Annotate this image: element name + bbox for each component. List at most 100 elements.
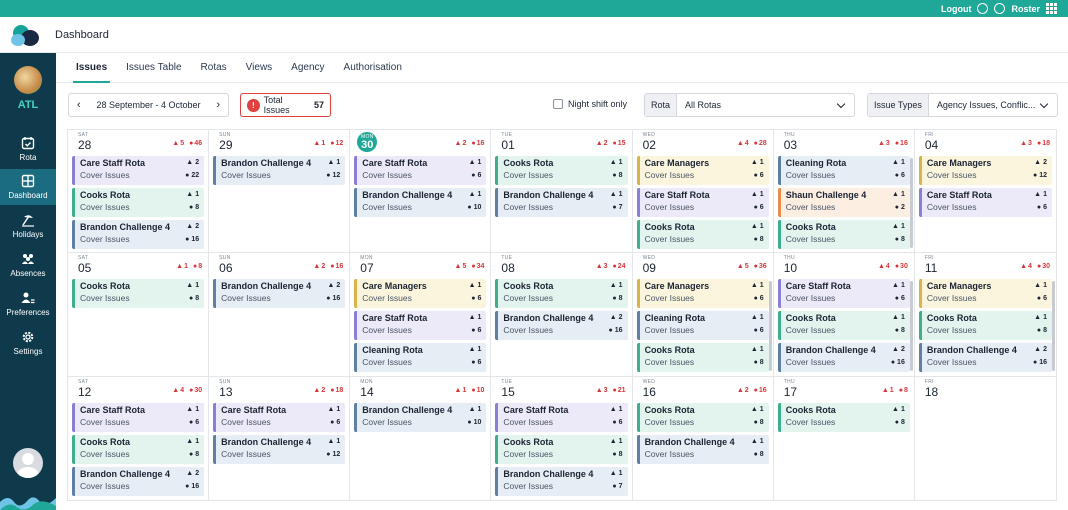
rota-issue-card[interactable]: Brandon Challenge 4Cover Issues 1 8	[636, 434, 769, 464]
calendar-day[interactable]: THU03316Cleaning RotaCover Issues16Shaun…	[773, 130, 915, 254]
chevron-down-icon[interactable]	[1039, 99, 1049, 108]
sidebar-item-preferences[interactable]: Preferences	[0, 286, 56, 322]
issue-types-select[interactable]: Issue Types Agency Issues, Conflic...	[867, 93, 1058, 117]
rota-issue-card[interactable]: Care Staff RotaCover Issues16	[354, 311, 487, 341]
rota-issue-card[interactable]: Brandon Challenge 4Cover Issues216	[777, 343, 910, 373]
rota-issue-card[interactable]: Brandon Challenge 4Cover Issues110	[354, 188, 487, 217]
calendar-day[interactable]: FRI 18	[915, 377, 1056, 500]
rota-issue-card[interactable]: Care ManagersCover Issues16	[354, 279, 487, 309]
logout-link[interactable]: Logout	[941, 4, 972, 14]
rota-issue-card[interactable]: Cooks RotaCover Issues18	[918, 311, 1052, 341]
rota-select[interactable]: Rota All Rotas	[644, 93, 855, 117]
rota-issue-card[interactable]: Cooks RotaCover Issues18	[495, 156, 628, 185]
tab-issues[interactable]: Issues	[72, 53, 111, 83]
rota-issue-card[interactable]: Cooks RotaCover Issues18	[72, 434, 205, 464]
rota-issue-card[interactable]: Care Staff RotaCover Issues16	[213, 402, 346, 432]
calendar-day[interactable]: WED09536Care ManagersCover Issues16Clean…	[632, 253, 774, 377]
calendar-day[interactable]: THU10430Care Staff RotaCover Issues16Coo…	[773, 253, 915, 377]
rota-issue-card[interactable]: Cooks RotaCover Issues18	[495, 279, 628, 309]
day-scrollbar[interactable]	[1051, 281, 1055, 372]
rota-issue-card[interactable]: Cooks RotaCover Issues18	[777, 220, 910, 249]
day-scrollbar[interactable]	[909, 281, 913, 372]
rota-issue-card[interactable]: Cooks RotaCover Issues18	[777, 311, 910, 341]
calendar-day[interactable]: SAT28546Care Staff RotaCover Issues222Co…	[68, 130, 210, 254]
rota-issue-card[interactable]: Brandon Challenge 4Cover Issues112	[213, 434, 346, 464]
date-range-label[interactable]: 28 September - 4 October	[96, 100, 200, 110]
rota-issue-card[interactable]: Brandon Challenge 4Cover Issues216	[918, 343, 1052, 373]
sidebar-item-absences[interactable]: Absences	[0, 247, 56, 283]
calendar-day[interactable]: TUE15321Care Staff RotaCover Issues16Coo…	[491, 376, 633, 500]
rota-issue-card[interactable]: Shaun Challenge 4 Cover Issues 1 2	[777, 188, 910, 217]
rota-issue-card[interactable]: Cooks RotaCover Issues18	[777, 402, 910, 432]
previous-week-button[interactable]: ‹	[77, 99, 81, 111]
rota-issue-card[interactable]: Brandon Challenge 4Cover Issues17	[495, 466, 628, 496]
rota-issue-card[interactable]: Cooks RotaCover Issues18	[72, 188, 205, 217]
calendar-day[interactable]: TUE01215Cooks RotaCover Issues18Brandon …	[491, 130, 633, 254]
rota-issue-card[interactable]: Brandon Challenge 4Cover Issues216	[72, 220, 205, 249]
night-shift-checkbox[interactable]	[553, 99, 563, 109]
logout-icon[interactable]	[977, 3, 989, 14]
day-scrollbar[interactable]	[909, 158, 913, 248]
rota-issue-card[interactable]: Cooks RotaCover Issues18	[636, 402, 769, 432]
rota-issue-card[interactable]: Brandon Challenge 4Cover Issues216	[72, 466, 205, 496]
roster-link[interactable]: Roster	[1011, 4, 1040, 14]
calendar-day[interactable]: FRI04318Care ManagersCover Issues212Care…	[914, 130, 1056, 254]
rota-issue-card[interactable]: Cooks RotaCover Issues18	[636, 220, 769, 249]
rota-select-value[interactable]: All Rotas	[677, 100, 832, 110]
calendar-day[interactable]: SUN29112Brandon Challenge 4Cover Issues1…	[209, 130, 351, 254]
tab-rotas[interactable]: Rotas	[201, 53, 227, 83]
rota-issue-card[interactable]: Care ManagersCover Issues16	[918, 279, 1052, 309]
rota-issue-card[interactable]: Cleaning RotaCover Issues16	[354, 343, 487, 373]
tab-views[interactable]: Views	[246, 53, 273, 83]
rota-issue-card[interactable]: Brandon Challenge 4Cover Issues216	[495, 311, 628, 341]
chevron-down-icon[interactable]	[836, 99, 846, 108]
gear-icon[interactable]	[994, 3, 1006, 14]
rota-issue-card[interactable]: Care Managers Cover Issues 2 12	[918, 156, 1052, 185]
user-avatar[interactable]	[13, 448, 43, 478]
calendar-day[interactable]: WED16216Cooks RotaCover Issues18Brandon …	[633, 376, 774, 500]
calendar-day[interactable]: THU1718Cooks RotaCover Issues18	[774, 376, 915, 500]
calendar-day[interactable]: SUN06216Brandon Challenge 4Cover Issues2…	[209, 253, 351, 377]
rota-issue-card[interactable]: Cooks RotaCover Issues18	[636, 343, 769, 373]
rota-issue-card[interactable]: Care ManagersCover Issues16	[636, 156, 769, 185]
rota-issue-card[interactable]: Brandon Challenge 4Cover Issues17	[495, 188, 628, 217]
calendar-day[interactable]: SAT12430Care Staff RotaCover Issues16Coo…	[68, 376, 210, 500]
issue-types-value[interactable]: Agency Issues, Conflic...	[929, 100, 1035, 110]
total-issues-badge[interactable]: ! Total Issues 57	[240, 93, 331, 117]
calendar-day[interactable]: TUE08324Cooks RotaCover Issues18Brandon …	[491, 253, 633, 377]
rota-issue-card[interactable]: Care Staff RotaCover Issues16	[495, 402, 628, 432]
next-week-button[interactable]: ›	[216, 99, 220, 111]
site-avatar[interactable]	[14, 66, 42, 94]
tab-issues-table[interactable]: Issues Table	[126, 53, 181, 83]
rota-issue-card[interactable]: Care Staff RotaCover Issues16	[354, 156, 487, 185]
rota-issue-card[interactable]: Brandon Challenge 4Cover Issues112	[213, 156, 346, 185]
rota-issue-card[interactable]: Care Staff RotaCover Issues16	[636, 188, 769, 217]
day-scrollbar[interactable]	[768, 281, 772, 372]
calendar-day[interactable]: WED02428Care ManagersCover Issues16Care …	[632, 130, 774, 254]
calendar-day[interactable]: MON30216Care Staff RotaCover Issues16Bra…	[350, 130, 492, 254]
tab-agency[interactable]: Agency	[291, 53, 324, 83]
rota-issue-card[interactable]: Care Staff RotaCover Issues16	[777, 279, 910, 309]
calendar-day[interactable]: MON07534Care ManagersCover Issues16Care …	[350, 253, 492, 377]
rota-issue-card[interactable]: Care Staff RotaCover Issues16	[72, 402, 205, 432]
calendar-day[interactable]: MON14110Brandon Challenge 4Cover Issues1…	[350, 376, 492, 500]
rota-issue-card[interactable]: Cooks RotaCover Issues18	[72, 279, 205, 309]
rota-issue-card[interactable]: Care Staff RotaCover Issues222	[72, 156, 205, 185]
rota-issue-card[interactable]: Cooks RotaCover Issues18	[495, 434, 628, 464]
rota-issue-card[interactable]: Brandon Challenge 4Cover Issues110	[354, 402, 487, 432]
sidebar-item-dashboard[interactable]: Dashboard	[0, 169, 56, 205]
rota-issue-card[interactable]: Cleaning RotaCover Issues16	[777, 156, 910, 185]
rota-issue-card[interactable]: Care ManagersCover Issues16	[636, 279, 769, 309]
rota-issue-card[interactable]: Brandon Challenge 4Cover Issues216	[213, 279, 346, 309]
sidebar-item-rota[interactable]: Rota	[0, 131, 56, 167]
rota-issue-card[interactable]: Cleaning RotaCover Issues16	[636, 311, 769, 341]
app-logo-icon[interactable]	[11, 23, 45, 47]
sidebar-item-settings[interactable]: Settings	[0, 325, 56, 361]
night-shift-filter[interactable]: Night shift only	[553, 99, 627, 109]
calendar-day[interactable]: SAT0518Cooks RotaCover Issues18	[68, 253, 210, 377]
calendar-day[interactable]: FRI11430Care ManagersCover Issues16Cooks…	[914, 253, 1056, 377]
calendar-day[interactable]: SUN13218Care Staff RotaCover Issues16Bra…	[209, 376, 351, 500]
sidebar-item-holidays[interactable]: Holidays	[0, 208, 56, 244]
apps-grid-icon[interactable]	[1046, 3, 1058, 14]
tab-authorisation[interactable]: Authorisation	[344, 53, 402, 83]
